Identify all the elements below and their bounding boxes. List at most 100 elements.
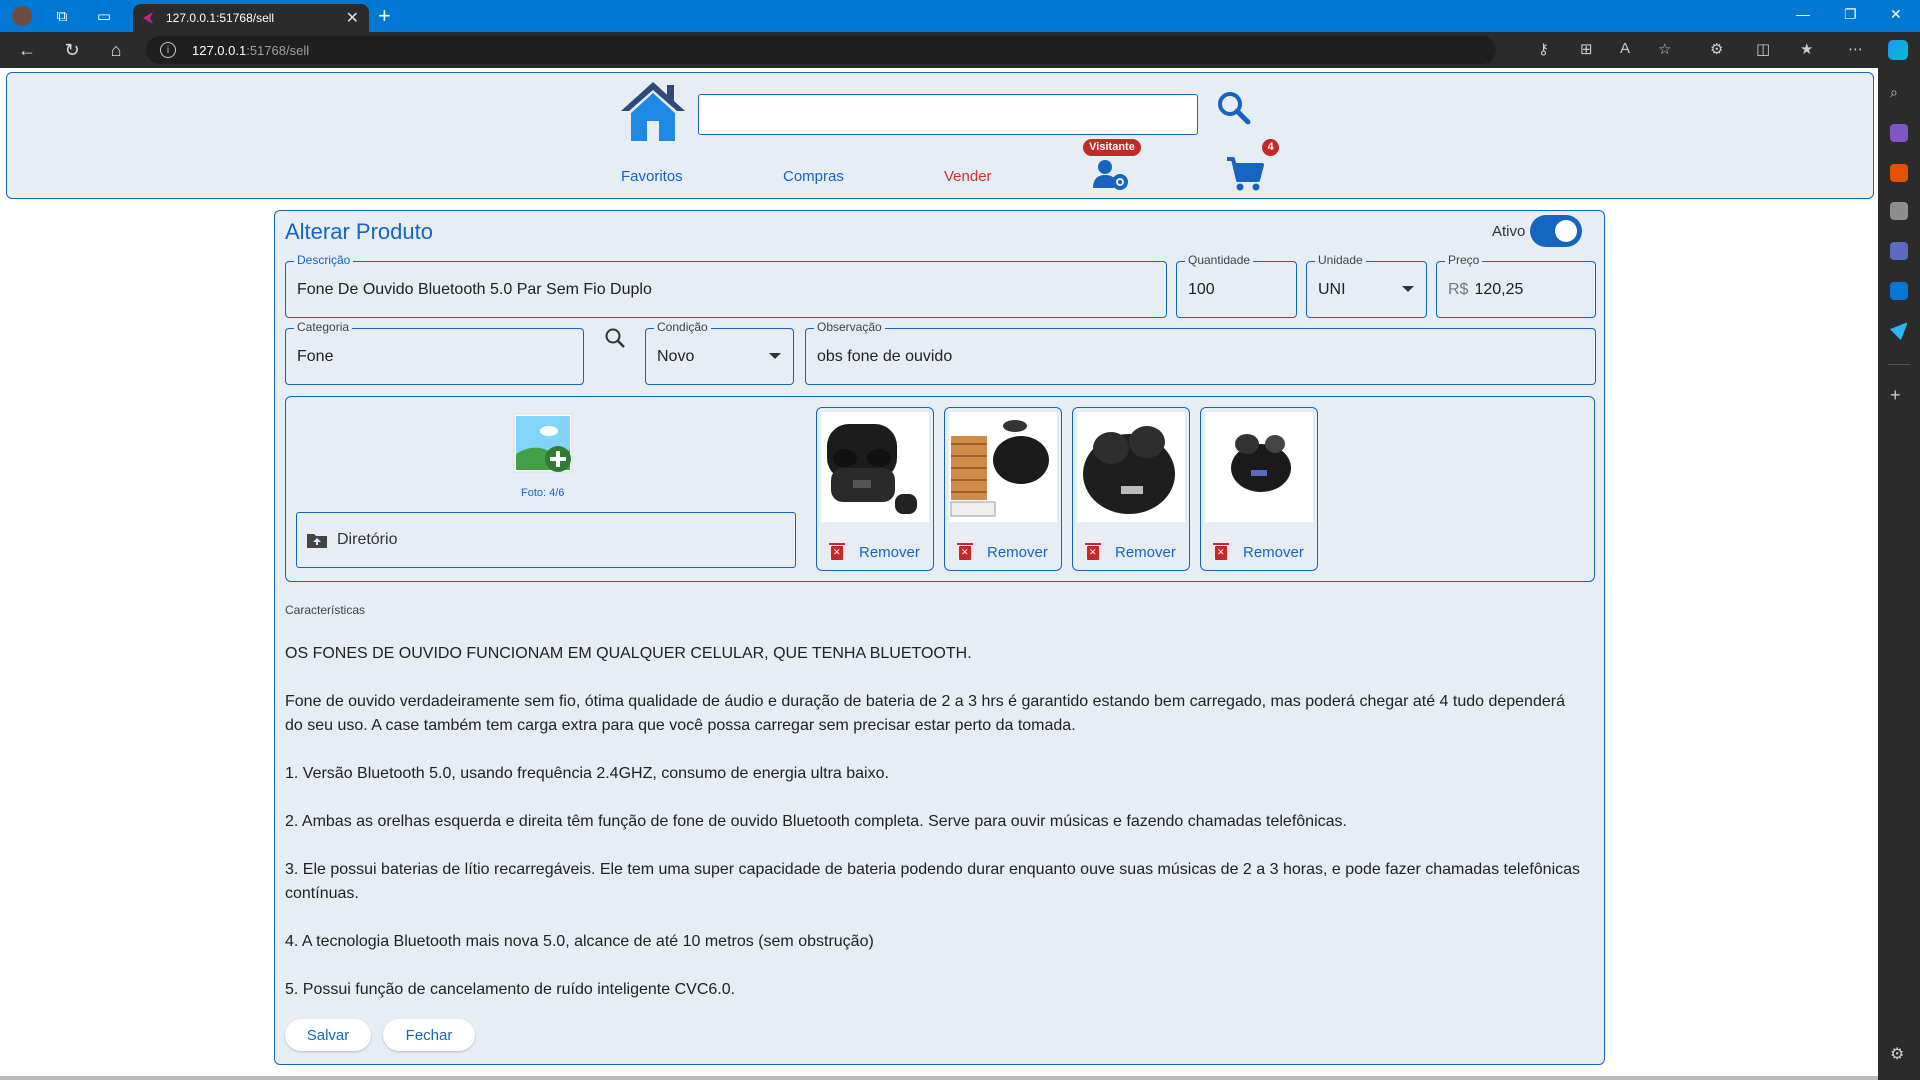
remove-label: Remover xyxy=(1115,544,1176,561)
remove-photo-button[interactable]: Remover xyxy=(1213,542,1304,561)
close-tab-icon[interactable]: ✕ xyxy=(346,8,359,28)
sidebar-games-icon[interactable] xyxy=(1890,202,1908,220)
new-tab-icon[interactable]: + xyxy=(378,4,391,28)
user-settings-icon[interactable] xyxy=(1093,158,1129,190)
shopping-cart-icon[interactable] xyxy=(1225,156,1265,192)
sidebar-divider xyxy=(1888,364,1910,365)
apps-icon[interactable]: ⊞ xyxy=(1580,40,1593,58)
unidade-select[interactable]: Unidade UNI xyxy=(1306,253,1427,318)
page-title: Alterar Produto xyxy=(285,219,433,244)
close-window-icon[interactable]: ✕ xyxy=(1890,6,1902,23)
remove-photo-button[interactable]: Remover xyxy=(829,542,920,561)
browser-titlebar: ⧉ ▭ 127.0.0.1:51768/sell ✕ + — ❐ ✕ xyxy=(0,0,1920,32)
restore-icon[interactable]: ❐ xyxy=(1844,6,1857,23)
remove-label: Remover xyxy=(987,544,1048,561)
caracteristicas-paragraph: 3. Ele possui baterias de lítio recarreg… xyxy=(285,861,1581,902)
extensions-icon[interactable]: ⚙ xyxy=(1710,40,1723,58)
more-icon[interactable]: ⋯ xyxy=(1848,40,1863,58)
caracteristicas-paragraph: Fone de ouvido verdadeiramente sem fio, … xyxy=(285,693,1565,734)
close-button[interactable]: Fechar xyxy=(383,1019,475,1051)
observacao-field[interactable]: Observação obs fone de ouvido xyxy=(805,320,1596,385)
favorites-icon[interactable]: ★ xyxy=(1800,40,1813,58)
quantidade-value: 100 xyxy=(1188,281,1215,298)
sidebar-search-icon[interactable]: ⌕ xyxy=(1890,84,1908,102)
sidebar-add-icon[interactable]: + xyxy=(1890,386,1908,404)
descricao-field[interactable]: Descrição Fone De Ouvido Bluetooth 5.0 P… xyxy=(285,253,1167,318)
minimize-icon[interactable]: — xyxy=(1796,6,1810,22)
site-info-icon[interactable]: i xyxy=(160,42,176,58)
photos-panel: Foto: 4/6 Diretório Remover xyxy=(285,396,1595,582)
quantidade-label: Quantidade xyxy=(1185,253,1254,267)
profile-avatar[interactable] xyxy=(10,4,34,28)
trash-icon xyxy=(1085,542,1101,560)
search-icon[interactable] xyxy=(1217,91,1251,125)
sidebar-outlook-icon[interactable] xyxy=(1890,282,1908,300)
caracteristicas-paragraph: 2. Ambas as orelhas esquerda e direita t… xyxy=(285,813,1347,830)
key-icon[interactable]: ⚷ xyxy=(1538,40,1549,58)
nav-favoritos[interactable]: Favoritos xyxy=(621,168,683,185)
read-aloud-icon[interactable]: A xyxy=(1620,40,1630,57)
quantidade-field[interactable]: Quantidade 100 xyxy=(1176,253,1297,318)
photo-thumb-1: Remover xyxy=(816,407,934,571)
directory-label: Diretório xyxy=(337,531,398,548)
caracteristicas-text[interactable]: OS FONES DE OUVIDO FUNCIONAM EM QUALQUER… xyxy=(285,642,1585,1026)
back-icon[interactable]: ← xyxy=(15,38,39,62)
site-header: Favoritos Compras Vender Visitante 4 xyxy=(6,72,1874,199)
remove-photo-button[interactable]: Remover xyxy=(957,542,1048,561)
favorite-star-icon[interactable]: ☆ xyxy=(1658,40,1671,58)
unidade-value: UNI xyxy=(1318,281,1346,298)
trash-icon xyxy=(1213,542,1229,560)
categoria-field[interactable]: Categoria Fone xyxy=(285,320,584,385)
currency-prefix: R$ xyxy=(1448,281,1469,298)
save-button[interactable]: Salvar xyxy=(285,1019,371,1051)
remove-label: Remover xyxy=(1243,544,1304,561)
observacao-label: Observação xyxy=(814,320,885,334)
unidade-label: Unidade xyxy=(1315,253,1366,267)
category-search-icon[interactable] xyxy=(604,327,626,349)
photo-thumb-2: Remover xyxy=(944,407,1062,571)
home-icon[interactable] xyxy=(619,79,687,143)
nav-vender[interactable]: Vender xyxy=(944,168,992,185)
earbuds-photo-4 xyxy=(1205,412,1313,522)
cart-count-badge: 4 xyxy=(1262,139,1279,156)
home-browser-icon[interactable]: ⌂ xyxy=(104,38,128,62)
ativo-toggle[interactable] xyxy=(1530,215,1582,247)
chevron-down-icon xyxy=(1402,286,1414,292)
tab-actions-icon[interactable]: ▭ xyxy=(92,4,116,28)
browser-tab[interactable]: 127.0.0.1:51768/sell ✕ xyxy=(133,4,369,32)
url-bar[interactable]: i 127.0.0.1:51768/sell xyxy=(146,36,1496,64)
photo-count: Foto: 4/6 xyxy=(521,487,565,499)
trash-icon xyxy=(957,542,973,560)
directory-button[interactable]: Diretório xyxy=(296,512,796,568)
sidebar-settings-icon[interactable]: ⚙ xyxy=(1890,1046,1908,1064)
sidebar-tools-icon[interactable] xyxy=(1890,164,1908,182)
sidebar-send-icon[interactable] xyxy=(1890,322,1908,340)
horizontal-scrollbar[interactable] xyxy=(0,1076,1878,1080)
preco-field[interactable]: Preço R$ 120,25 xyxy=(1436,253,1596,318)
reload-icon[interactable]: ↻ xyxy=(60,38,84,62)
copilot-icon[interactable] xyxy=(1888,40,1908,60)
sidebar-shopping-icon[interactable] xyxy=(1890,124,1908,142)
preco-value: 120,25 xyxy=(1474,281,1524,298)
sidebar-copilot-icon[interactable] xyxy=(1890,242,1908,260)
search-input[interactable] xyxy=(698,94,1198,135)
user-status-badge: Visitante xyxy=(1083,139,1141,156)
earbuds-photo-3 xyxy=(1077,412,1185,522)
remove-photo-button[interactable]: Remover xyxy=(1085,542,1176,561)
browser-sidebar: ⌕ + ⚙ xyxy=(1878,68,1920,1080)
nav-compras[interactable]: Compras xyxy=(783,168,844,185)
workspaces-icon[interactable]: ⧉ xyxy=(50,4,74,28)
split-screen-icon[interactable]: ◫ xyxy=(1756,40,1770,58)
chevron-down-icon xyxy=(769,353,781,359)
product-form: Alterar Produto Ativo Descrição Fone De … xyxy=(274,210,1605,1065)
page: Favoritos Compras Vender Visitante 4 Alt… xyxy=(0,68,1878,1080)
preco-label: Preço xyxy=(1445,253,1483,267)
condicao-select[interactable]: Condição Novo xyxy=(645,320,794,385)
caracteristicas-paragraph: OS FONES DE OUVIDO FUNCIONAM EM QUALQUER… xyxy=(285,645,972,662)
add-photo-icon[interactable] xyxy=(513,413,575,475)
earbuds-photo-2 xyxy=(949,412,1057,522)
url-host: 127.0.0.1 xyxy=(192,42,247,58)
earbuds-photo-1 xyxy=(821,412,929,522)
trash-icon xyxy=(829,542,845,560)
descricao-label: Descrição xyxy=(294,253,354,267)
